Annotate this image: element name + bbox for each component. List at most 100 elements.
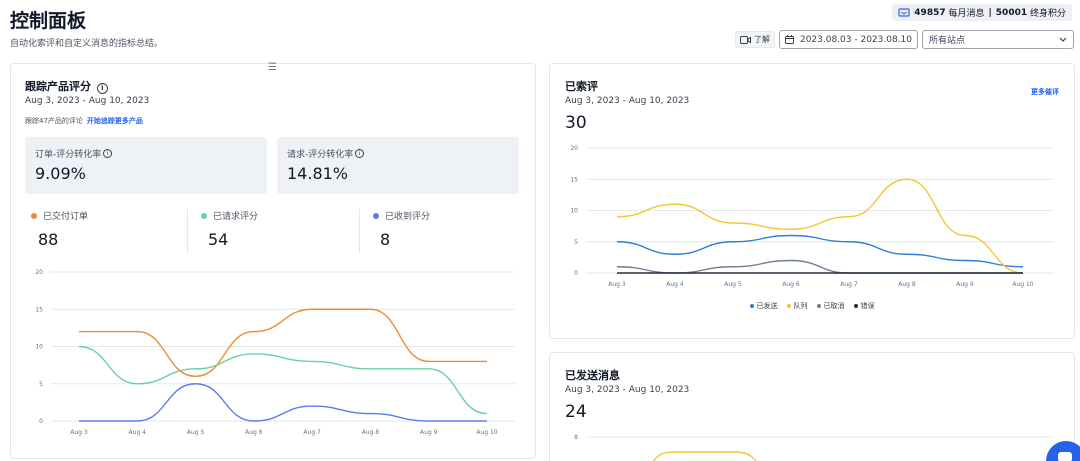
y-tick-label: 5 <box>574 239 578 246</box>
stat-delivered: 已交付订单 88 <box>31 209 88 255</box>
x-tick-label: Aug 5 <box>187 429 205 436</box>
messages-total: 24 <box>565 402 587 422</box>
tracking-date: Aug 3, 2023 - Aug 10, 2023 <box>25 96 150 106</box>
legend-item-queue[interactable]: 队列 <box>786 301 808 311</box>
legend-dot-icon <box>749 304 754 308</box>
legend-dot-icon <box>816 304 821 308</box>
monthly-label: 每月消息 <box>948 9 985 19</box>
legend-item-cancelled[interactable]: 已取消 <box>816 301 845 311</box>
messages-chart: 8 <box>574 434 1054 461</box>
green-dot-icon <box>201 212 207 219</box>
site-select[interactable]: 所有站点 <box>922 30 1074 49</box>
lifetime-count: 50001 <box>995 7 1028 18</box>
legend-dot-icon <box>786 304 791 308</box>
stat-value: 8 <box>380 230 391 249</box>
stat-label: 已交付订单 <box>43 212 89 222</box>
drag-handle-icon[interactable]: ☰ <box>268 62 277 73</box>
x-tick-label: Aug 8 <box>898 281 916 288</box>
reviewed-total: 30 <box>565 113 587 133</box>
chevron-down-icon <box>1059 37 1067 42</box>
legend-item-sent[interactable]: 已发送 <box>749 301 778 311</box>
series-line <box>79 383 487 422</box>
reviewed-card: 已索评 Aug 3, 2023 - Aug 10, 2023 30 更多催评 0… <box>549 63 1075 339</box>
y-tick-label: 10 <box>35 344 43 351</box>
stat-label: 已请求评分 <box>213 212 259 222</box>
credits-badge: 49857 每月消息 | 50001 终身积分 <box>892 4 1072 21</box>
reviewed-chart: 0 5 10 15 20 Aug 3 Aug 4 Aug 5 Aug 6 Aug 7 Aug 8 Au… <box>570 145 1054 288</box>
y-tick-label: 5 <box>39 381 43 388</box>
y-tick-label: 15 <box>35 306 43 313</box>
orange-dot-icon <box>31 212 37 219</box>
y-tick-label: 20 <box>570 145 578 152</box>
request-rate-label: 请求-评分转化率 <box>287 150 354 160</box>
learn-label: 了解 <box>753 35 770 44</box>
y-tick-label: 15 <box>570 176 578 183</box>
divider <box>359 209 360 253</box>
divider <box>187 209 188 253</box>
learn-button[interactable]: 了解 <box>734 31 775 48</box>
y-tick-label: 0 <box>39 418 43 425</box>
track-more-link[interactable]: 开始追踪更多产品 <box>87 117 143 125</box>
page-subtitle: 自动化索评和自定义消息的指标总结。 <box>10 39 164 49</box>
lifetime-label: 终身积分 <box>1029 9 1066 19</box>
site-select-value: 所有站点 <box>929 36 966 46</box>
series-line <box>652 451 757 461</box>
message-credits-icon <box>898 7 910 17</box>
toolbar: 了解 2023.08.03 - 2023.08.10 所有站点 <box>734 30 1074 49</box>
monthly-count: 49857 <box>914 7 946 18</box>
x-tick-label: Aug 6 <box>245 429 263 436</box>
x-tick-label: Aug 3 <box>70 429 88 436</box>
x-tick-label: Aug 8 <box>362 429 380 436</box>
blue-dot-icon <box>373 212 379 219</box>
x-tick-label: Aug 7 <box>303 429 321 436</box>
stat-value: 88 <box>38 230 59 249</box>
order-rate-value: 9.09% <box>35 164 86 183</box>
stat-requested: 已请求评分 54 <box>201 209 258 255</box>
x-tick-label: Aug 4 <box>129 429 147 436</box>
series-line <box>616 234 1024 268</box>
series-line <box>616 259 1023 274</box>
stat-value: 54 <box>208 230 229 249</box>
x-tick-label: Aug 5 <box>724 281 742 288</box>
series-line <box>79 308 487 378</box>
reviewed-date: Aug 3, 2023 - Aug 10, 2023 <box>565 96 690 106</box>
legend-dot-icon <box>853 304 858 308</box>
page-header: 控制面板 自动化索评和自定义消息的指标总结。 <box>10 6 163 49</box>
order-rate-label: 订单-评分转化率 <box>35 150 102 160</box>
date-range-value: 2023.08.03 - 2023.08.10 <box>799 34 912 45</box>
reviewed-title: 已索评 <box>565 80 598 93</box>
more-reminders-link[interactable]: 更多催评 <box>1031 87 1059 97</box>
messages-date: Aug 3, 2023 - Aug 10, 2023 <box>565 385 690 395</box>
x-tick-label: Aug 3 <box>608 281 626 288</box>
x-tick-label: Aug 9 <box>420 429 438 436</box>
credits-separator: | <box>988 7 992 18</box>
x-tick-label: Aug 4 <box>666 281 684 288</box>
x-tick-label: Aug 7 <box>840 281 858 288</box>
tracking-note: 跟踪47产品的评论 开始追踪更多产品 <box>25 117 143 125</box>
info-icon[interactable]: i <box>355 149 365 158</box>
info-icon[interactable]: i <box>103 149 113 158</box>
series-line <box>78 345 488 415</box>
messages-title: 已发送消息 <box>565 369 620 382</box>
tracking-chart: 0 5 10 15 20 Aug 3 Aug 4 Aug 5 Aug 6 Aug 7 Aug 8 Au… <box>35 269 515 436</box>
stat-received: 已收到评分 8 <box>373 209 430 255</box>
x-tick-label: Aug 6 <box>782 281 800 288</box>
video-icon <box>739 35 751 44</box>
legend-item-error[interactable]: 错误 <box>853 301 875 311</box>
stat-label: 已收到评分 <box>385 212 431 222</box>
calendar-icon <box>784 35 794 44</box>
series-line <box>616 178 1024 274</box>
info-icon[interactable]: i <box>96 83 108 94</box>
y-tick-label: 10 <box>570 208 578 215</box>
tracking-card: ☰ 跟踪产品评分 i Aug 3, 2023 - Aug 10, 2023 跟踪… <box>10 62 536 459</box>
x-tick-label: Aug 10 <box>1012 281 1033 288</box>
date-range-picker[interactable]: 2023.08.03 - 2023.08.10 <box>778 30 918 49</box>
order-rate-box: 订单-评分转化率 i 9.09% <box>25 137 267 194</box>
request-rate-box: 请求-评分转化率 i 14.81% <box>277 137 519 194</box>
x-tick-label: Aug 9 <box>956 281 974 288</box>
messages-card: 已发送消息 Aug 3, 2023 - Aug 10, 2023 24 8 <box>549 352 1075 461</box>
x-tick-label: Aug 10 <box>476 429 497 436</box>
reviewed-legend: 已发送 队列 已取消 错误 <box>550 301 1074 311</box>
tracking-title: 跟踪产品评分 i <box>25 78 535 94</box>
page-title: 控制面板 <box>10 10 87 32</box>
